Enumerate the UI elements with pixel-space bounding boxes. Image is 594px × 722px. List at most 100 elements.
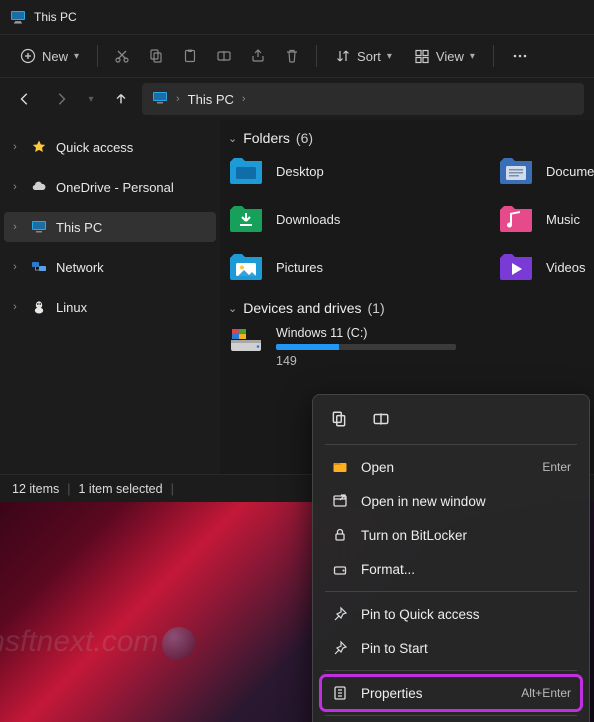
ctx-item-properties[interactable]: Properties Alt+Enter <box>321 676 581 710</box>
ctx-item-format[interactable]: Format... <box>321 552 581 586</box>
drive-icon <box>228 326 264 356</box>
paste-button[interactable] <box>176 42 204 70</box>
breadcrumb-location[interactable]: This PC <box>188 92 234 107</box>
folder-label: Downloads <box>276 212 340 227</box>
copy-button[interactable] <box>142 42 170 70</box>
cut-button[interactable] <box>108 42 136 70</box>
titlebar[interactable]: This PC <box>0 0 594 34</box>
sidebar-item-network[interactable]: › Network <box>4 252 216 282</box>
videos-folder-icon <box>498 252 534 282</box>
sidebar-item-label: Quick access <box>56 140 133 155</box>
folder-documents[interactable]: Documents <box>498 156 594 186</box>
sort-button[interactable]: Sort ▾ <box>327 44 400 68</box>
arrow-up-icon <box>114 92 128 106</box>
ctx-copy-button[interactable] <box>327 407 351 431</box>
recent-button[interactable]: ▾ <box>82 84 100 114</box>
view-button[interactable]: View ▾ <box>406 44 483 68</box>
new-label: New <box>42 49 68 64</box>
command-bar: New ▾ Sort ▾ View ▾ <box>0 34 594 78</box>
arrow-left-icon <box>18 92 32 106</box>
chevron-down-icon: ▾ <box>387 51 392 62</box>
chevron-right-icon[interactable]: › <box>8 221 22 233</box>
chevron-down-icon: ▾ <box>88 94 93 105</box>
folder-label: Videos <box>546 260 586 275</box>
up-button[interactable] <box>106 84 136 114</box>
ctx-rename-button[interactable] <box>369 407 393 431</box>
address-bar[interactable]: › This PC › <box>142 83 584 115</box>
chevron-right-icon[interactable]: › <box>8 261 22 273</box>
folder-label: Pictures <box>276 260 323 275</box>
ctx-item-label: Pin to Quick access <box>361 607 480 622</box>
delete-button[interactable] <box>278 42 306 70</box>
folders-group-header[interactable]: ⌄ Folders (6) <box>220 120 594 152</box>
section-title: Folders <box>243 130 290 146</box>
sidebar-item-label: Linux <box>56 300 87 315</box>
folder-label: Music <box>546 212 580 227</box>
properties-icon <box>331 684 349 702</box>
ctx-item-bitlocker[interactable]: Turn on BitLocker <box>321 518 581 552</box>
view-icon <box>414 48 430 64</box>
folder-music[interactable]: Music <box>498 204 594 234</box>
section-title: Devices and drives <box>243 300 361 316</box>
pin-icon <box>331 639 349 657</box>
chevron-down-icon: ▾ <box>470 51 475 62</box>
folder-label: Documents <box>546 164 594 179</box>
sidebar-item-this-pc[interactable]: › This PC <box>4 212 216 242</box>
cloud-icon <box>30 178 48 196</box>
format-icon <box>331 560 349 578</box>
drive-c[interactable]: Windows 11 (C:) 149 <box>220 322 594 372</box>
context-menu: Open Enter Open in new window Turn on Bi… <box>312 394 590 722</box>
ctx-item-label: Open <box>361 460 394 475</box>
linux-icon <box>30 298 48 316</box>
share-button[interactable] <box>244 42 272 70</box>
ctx-item-label: Properties <box>361 686 423 701</box>
sidebar-item-label: Network <box>56 260 104 275</box>
trash-icon <box>284 48 300 64</box>
chevron-down-icon: ⌄ <box>228 302 237 315</box>
new-button[interactable]: New ▾ <box>12 44 87 68</box>
ctx-item-open[interactable]: Open Enter <box>321 450 581 484</box>
folder-label: Desktop <box>276 164 324 179</box>
folder-downloads[interactable]: Downloads <box>228 204 478 234</box>
chevron-right-icon[interactable]: › <box>8 301 22 313</box>
chevron-right-icon: › <box>176 93 180 105</box>
this-pc-icon <box>10 9 26 25</box>
network-icon <box>30 258 48 276</box>
sort-label: Sort <box>357 49 381 64</box>
new-window-icon <box>331 492 349 510</box>
this-pc-icon <box>30 218 48 236</box>
ctx-item-open-new-window[interactable]: Open in new window <box>321 484 581 518</box>
pin-icon <box>331 605 349 623</box>
bitlocker-icon <box>331 526 349 544</box>
sidebar-item-linux[interactable]: › Linux <box>4 292 216 322</box>
forward-button[interactable] <box>46 84 76 114</box>
rename-button[interactable] <box>210 42 238 70</box>
sidebar-item-onedrive[interactable]: › OneDrive - Personal <box>4 172 216 202</box>
status-item-count: 12 items <box>12 482 59 496</box>
chevron-down-icon: ▾ <box>74 51 79 62</box>
chevron-right-icon[interactable]: › <box>8 181 22 193</box>
ctx-item-pin-quick-access[interactable]: Pin to Quick access <box>321 597 581 631</box>
sidebar-item-quick-access[interactable]: › Quick access <box>4 132 216 162</box>
ctx-item-shortcut: Enter <box>542 460 571 474</box>
folder-videos[interactable]: Videos <box>498 252 594 282</box>
window-title: This PC <box>34 10 77 24</box>
this-pc-icon <box>152 90 168 109</box>
folder-pictures[interactable]: Pictures <box>228 252 478 282</box>
folder-desktop[interactable]: Desktop <box>228 156 478 186</box>
star-icon <box>30 138 48 156</box>
ctx-item-pin-start[interactable]: Pin to Start <box>321 631 581 665</box>
view-label: View <box>436 49 464 64</box>
music-folder-icon <box>498 204 534 234</box>
section-count: (1) <box>368 300 385 316</box>
more-button[interactable] <box>506 42 534 70</box>
documents-folder-icon <box>498 156 534 186</box>
ctx-item-label: Open in new window <box>361 494 486 509</box>
devices-group-header[interactable]: ⌄ Devices and drives (1) <box>220 290 594 322</box>
plus-circle-icon <box>20 48 36 64</box>
status-selected-count: 1 item selected <box>79 482 163 496</box>
sort-icon <box>335 48 351 64</box>
paste-icon <box>182 48 198 64</box>
chevron-right-icon[interactable]: › <box>8 141 22 153</box>
back-button[interactable] <box>10 84 40 114</box>
